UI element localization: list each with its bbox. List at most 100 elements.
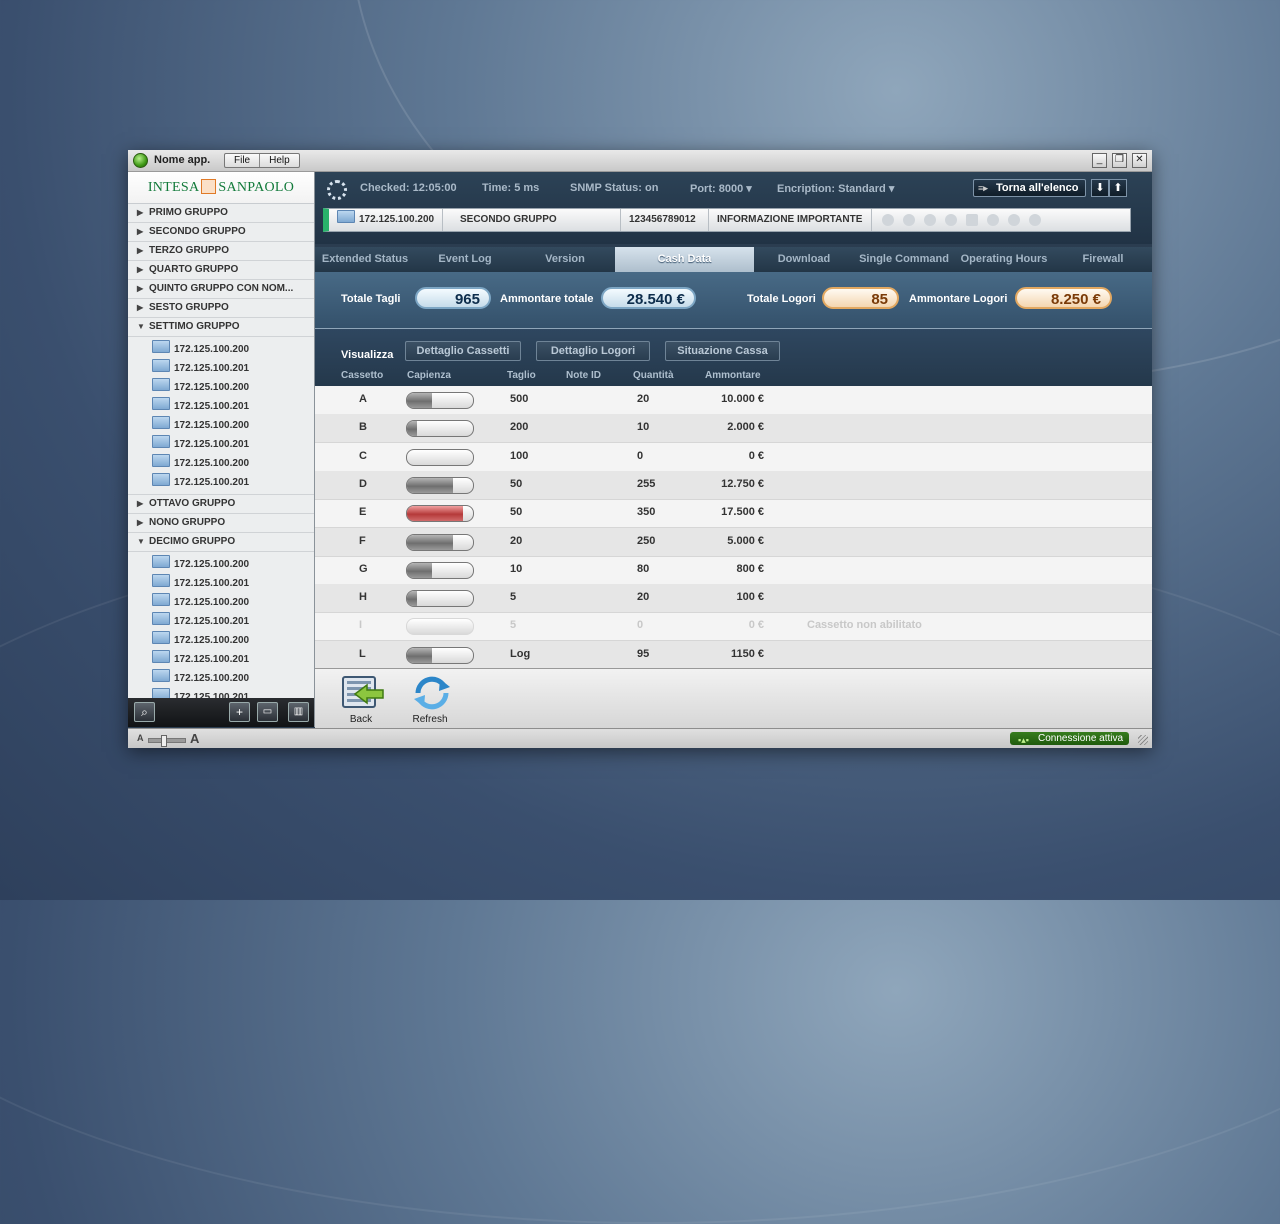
sidebar-group[interactable]: ▶ TERZO GRUPPO: [128, 242, 314, 261]
port-select[interactable]: Port: 8000 ▾: [690, 182, 752, 195]
tab-cash-data[interactable]: Cash Data: [615, 247, 755, 272]
cell-cassetto: C: [359, 449, 367, 462]
column-header-note-id: Note ID: [566, 370, 601, 381]
ammontare-totale-value: 28.540 €: [601, 287, 696, 309]
table-row[interactable]: F 20 250 5.000 €: [315, 527, 1152, 557]
sidebar-ip-label: 172.125.100.201: [174, 654, 250, 665]
headset-icon[interactable]: [1008, 214, 1020, 226]
table-row[interactable]: B 200 10 2.000 €: [315, 414, 1152, 444]
refresh-button[interactable]: Refresh: [405, 714, 455, 725]
table-row[interactable]: G 10 80 800 €: [315, 556, 1152, 585]
sidebar-ip-item[interactable]: 172.125.100.201: [128, 650, 314, 669]
sidebar-group[interactable]: ▼ DECIMO GRUPPO: [128, 533, 314, 552]
font-size-slider[interactable]: [148, 735, 186, 747]
title-bar: Nome app. File Help _ ❐ ✕: [128, 150, 1152, 172]
resize-grip[interactable]: [1138, 735, 1148, 745]
view-dettaglio-logori-button[interactable]: Dettaglio Logori: [536, 341, 650, 361]
cell-taglio: 20: [510, 534, 523, 547]
back-icon[interactable]: [341, 675, 385, 711]
sidebar-ip-label: 172.125.100.201: [174, 578, 250, 589]
sidebar-ip-item[interactable]: 172.125.100.201: [128, 435, 314, 454]
sidebar-group[interactable]: ▶ QUINTO GRUPPO CON NOM...: [128, 280, 314, 299]
table-row[interactable]: H 5 20 100 €: [315, 584, 1152, 614]
triangle-down-icon: ▼: [137, 322, 145, 331]
sidebar-group[interactable]: ▶ QUARTO GRUPPO: [128, 261, 314, 280]
sidebar-ip-item[interactable]: 172.125.100.200: [128, 593, 314, 612]
sidebar-ip-item[interactable]: 172.125.100.200: [128, 631, 314, 650]
tab-operating-hours[interactable]: Operating Hours: [954, 247, 1055, 272]
capacity-gauge: [406, 590, 474, 608]
sidebar-group[interactable]: ▶ NONO GRUPPO: [128, 514, 314, 533]
sidebar-ip-item[interactable]: 172.125.100.201: [128, 574, 314, 593]
table-row[interactable]: D 50 255 12.750 €: [315, 470, 1152, 500]
back-to-list-button[interactable]: Torna all'elenco: [973, 179, 1086, 197]
sidebar-ip-item[interactable]: 172.125.100.201: [128, 688, 314, 698]
sidebar-group[interactable]: ▶ SECONDO GRUPPO: [128, 223, 314, 242]
tab-version[interactable]: Version: [515, 247, 616, 272]
restore-button[interactable]: ❐: [1112, 153, 1127, 168]
view-dettaglio-cassetti-button[interactable]: Dettaglio Cassetti: [405, 341, 521, 361]
zoom-icon[interactable]: [987, 214, 999, 226]
sidebar-group[interactable]: ▶ SESTO GRUPPO: [128, 299, 314, 318]
stop-icon[interactable]: [945, 214, 957, 226]
tab-event-log[interactable]: Event Log: [415, 247, 516, 272]
sidebar-group[interactable]: ▶ PRIMO GRUPPO: [128, 204, 314, 223]
sidebar-group[interactable]: ▶ OTTAVO GRUPPO: [128, 495, 314, 514]
search-icon[interactable]: ⌕: [134, 702, 155, 722]
comment-icon[interactable]: [966, 214, 978, 226]
tab-download[interactable]: Download: [754, 247, 855, 272]
table-row[interactable]: A 500 20 10.000 €: [315, 386, 1152, 415]
arrow-down-icon[interactable]: ⬇: [1091, 179, 1109, 197]
sidebar-ip-item[interactable]: 172.125.100.201: [128, 612, 314, 631]
gear-icon[interactable]: [903, 214, 915, 226]
sidebar-group[interactable]: ▼ SETTIMO GRUPPO: [128, 318, 314, 337]
tab-extended-status[interactable]: Extended Status: [315, 247, 416, 272]
close-button[interactable]: ✕: [1132, 153, 1147, 168]
sidebar-ip-label: 172.125.100.201: [174, 616, 250, 627]
refresh-icon[interactable]: [410, 675, 454, 711]
menu-file[interactable]: File: [225, 154, 259, 167]
wrench-icon[interactable]: [1029, 214, 1041, 226]
back-button[interactable]: Back: [336, 714, 386, 725]
capacity-gauge: [406, 533, 474, 551]
table-row[interactable]: L Log 95 1150 €: [315, 640, 1152, 670]
font-size-slider-handle[interactable]: [161, 735, 167, 747]
sidebar-ip-item[interactable]: 172.125.100.201: [128, 397, 314, 416]
sidebar-ip-item[interactable]: 172.125.100.200: [128, 555, 314, 574]
network-icon: ▪▴▪: [1018, 735, 1029, 745]
tab-firewall[interactable]: Firewall: [1054, 247, 1152, 272]
sidebar-ip-item[interactable]: 172.125.100.200: [128, 340, 314, 359]
tab-single-command[interactable]: Single Command: [854, 247, 955, 272]
menu-help[interactable]: Help: [259, 154, 299, 167]
sidebar-group-label: QUINTO GRUPPO CON NOM...: [149, 283, 294, 294]
minimize-button[interactable]: _: [1092, 153, 1107, 168]
trash-icon[interactable]: ▥: [288, 702, 309, 722]
checked-time: Checked: 12:05:00: [360, 182, 457, 194]
menu-bar: File Help: [224, 153, 300, 168]
sidebar-ip-item[interactable]: 172.125.100.200: [128, 416, 314, 435]
add-icon[interactable]: +: [229, 702, 250, 722]
sidebar-ip-item[interactable]: 172.125.100.201: [128, 359, 314, 378]
sidebar-ip-item[interactable]: 172.125.100.200: [128, 378, 314, 397]
sidebar-ip-item[interactable]: 172.125.100.200: [128, 454, 314, 473]
bank-logo: INTESA SANPAOLO: [128, 172, 314, 204]
sidebar-group-label: QUARTO GRUPPO: [149, 264, 239, 275]
cell-quantita: 250: [637, 534, 656, 547]
cell-ammontare: 10.000 €: [721, 393, 764, 405]
alert-icon[interactable]: [924, 214, 936, 226]
cell-quantita: 0: [637, 449, 644, 462]
sidebar-ip-item[interactable]: 172.125.100.201: [128, 473, 314, 492]
folder-icon: [152, 631, 170, 644]
sidebar-ip-item[interactable]: 172.125.100.200: [128, 669, 314, 688]
globe-icon[interactable]: [882, 214, 894, 226]
encription-select[interactable]: Encription: Standard ▾: [777, 182, 894, 195]
table-row[interactable]: E 50 350 17.500 €: [315, 499, 1152, 529]
folder-icon[interactable]: ▭: [257, 702, 278, 722]
folder-icon: [152, 574, 170, 587]
table-row[interactable]: I 5 0 0 € Cassetto non abilitato: [315, 612, 1152, 642]
folder-icon: [152, 454, 170, 467]
view-situazione-cassa-button[interactable]: Situazione Cassa: [665, 341, 780, 361]
table-row[interactable]: C 100 0 0 €: [315, 443, 1152, 472]
arrow-up-icon[interactable]: ⬆: [1109, 179, 1127, 197]
folder-icon: [152, 473, 170, 486]
